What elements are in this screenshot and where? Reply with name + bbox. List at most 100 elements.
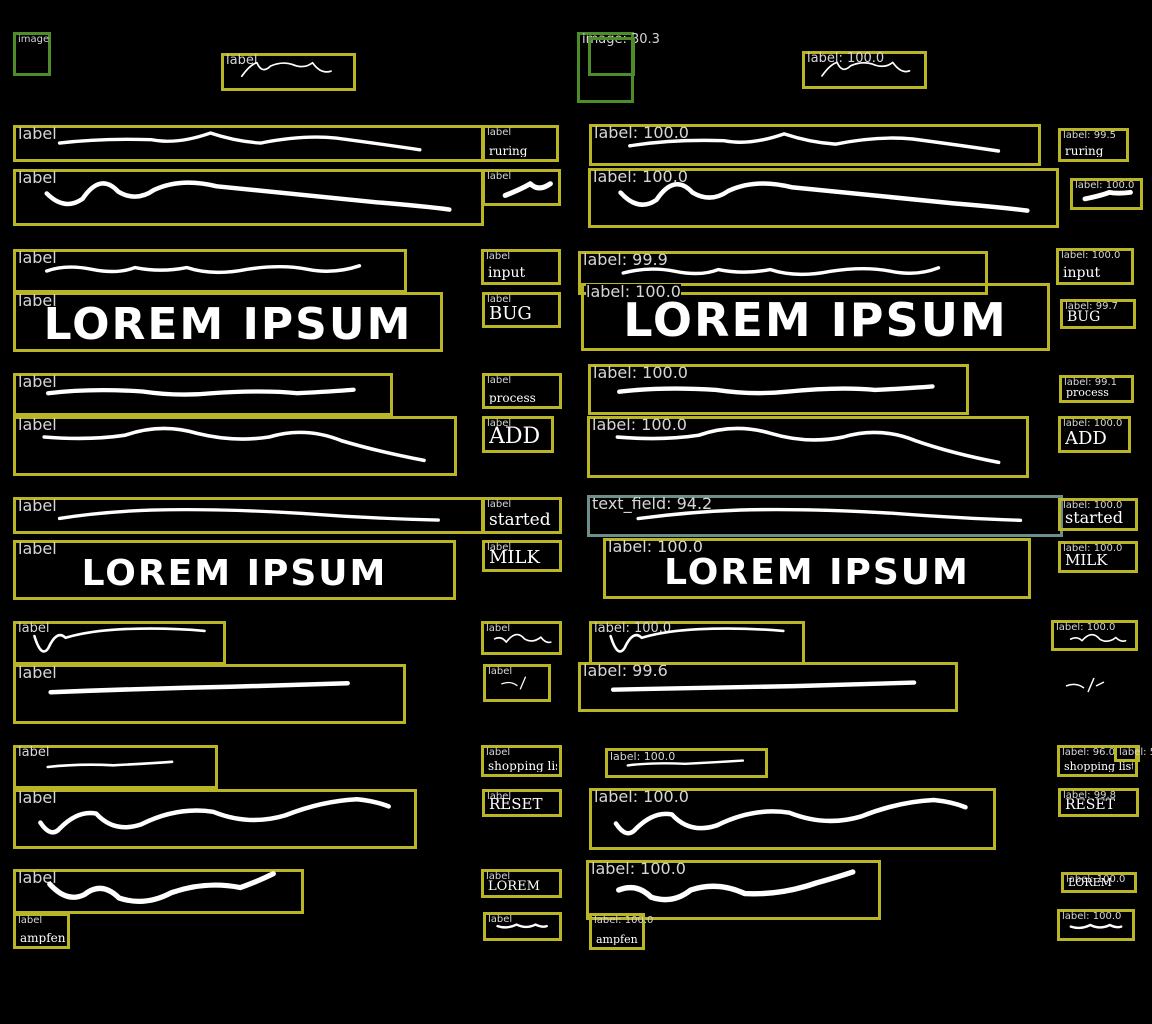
- label-tag: label: [487, 127, 512, 138]
- scribble: [47, 871, 276, 904]
- right-mini-box-13: label: 100.0 LOREM: [1061, 872, 1137, 893]
- handwriting: ruring: [489, 145, 528, 157]
- right-mini-box-14a: label: 100.0 ampfen: [589, 913, 653, 950]
- left-mini-box-7: label started: [482, 497, 562, 534]
- scribble: [45, 264, 362, 275]
- scribble: [821, 61, 911, 77]
- label-tag: label: [487, 375, 512, 386]
- handwriting: shopping list: [488, 760, 557, 772]
- scribble: [615, 426, 1001, 465]
- scribble: [42, 426, 426, 463]
- right-wave-box-5: label: 100.0: [588, 364, 969, 415]
- unboxed-scribble: [1065, 677, 1105, 693]
- lorem-ipsum-text: LOREM IPSUM: [81, 552, 388, 594]
- left-mini-box-14a: label ampfen: [13, 913, 70, 949]
- handwriting: BUG: [489, 305, 532, 323]
- score-tag: label: 55: [1119, 747, 1152, 758]
- handwriting: LOREM: [488, 880, 540, 893]
- scribble: [502, 181, 553, 198]
- scribble: [636, 507, 1023, 522]
- right-wave-box-12: label: 100.0: [589, 788, 996, 850]
- lorem-ipsum-text: LOREM IPSUM: [623, 293, 1008, 347]
- right-text-field-box: text_field: 94.2: [587, 495, 1063, 537]
- left-mini-box-2: label: [482, 169, 561, 206]
- right-wave-box-2: label: 100.0: [588, 168, 1059, 228]
- handwriting: ADD: [1065, 430, 1107, 448]
- left-mini-box-12: label RESET: [482, 789, 562, 817]
- left-wave-box-12: label: [13, 789, 417, 849]
- handwriting: process: [489, 392, 536, 404]
- left-wave-box-6: label: [13, 416, 457, 476]
- handwriting: input: [1063, 266, 1101, 280]
- left-wave-box-13: label: [13, 869, 304, 914]
- scribble: [240, 61, 332, 78]
- label-tag: label: [486, 251, 511, 262]
- score-tag: label: 100.0: [594, 915, 654, 926]
- left-mini-box-14b: label: [483, 912, 562, 941]
- left-wave-box-9: label: [13, 621, 226, 665]
- right-lorem-box-2: label: 100.0 LOREM IPSUM: [603, 538, 1031, 599]
- scribble: [618, 181, 1030, 213]
- right-wave-box-10: label: 99.6: [578, 662, 958, 712]
- scribble: [610, 680, 917, 692]
- left-mini-box-11: label shopping list: [481, 745, 562, 777]
- handwriting: started: [489, 512, 551, 529]
- scribble: [57, 507, 440, 522]
- handwriting: shopping list: [1064, 761, 1133, 772]
- scribble: [1082, 189, 1133, 202]
- left-lorem-box-2: label LOREM IPSUM: [13, 540, 456, 600]
- handwriting: MILK: [1065, 553, 1108, 568]
- right-mini-box-5: label: 99.1 process: [1059, 375, 1134, 403]
- left-mini-box-3: label input: [481, 249, 561, 285]
- scribble: [1069, 923, 1123, 930]
- scribble: [626, 759, 745, 767]
- left-wave-box-11: label: [13, 745, 218, 789]
- label-tag: label: [487, 294, 512, 305]
- left-top-wave-box: label: [221, 53, 356, 91]
- handwriting: process: [1066, 387, 1109, 398]
- handwriting: RESET: [489, 797, 543, 812]
- scribble: [45, 387, 356, 397]
- left-wave-box-5: label: [13, 373, 393, 416]
- scribble: [501, 676, 527, 690]
- left-mini-box-5: label process: [482, 373, 562, 409]
- scribble: [48, 680, 350, 695]
- scribble: [496, 923, 548, 929]
- right-mini-box-12: label: 99.8 RESET: [1058, 788, 1139, 817]
- scribble: [33, 627, 206, 653]
- left-mini-box-9: label: [481, 621, 562, 655]
- right-mini-box-3: label: 100.0 input: [1056, 248, 1134, 285]
- left-wave-box-10: label: [13, 664, 406, 724]
- handwriting: started: [1065, 510, 1123, 526]
- left-mini-box-10: label: [483, 664, 551, 702]
- handwriting: ampfen: [596, 934, 638, 945]
- scribble: [493, 633, 552, 644]
- scribble: [616, 869, 856, 903]
- score-tag: label: 96.0: [1062, 747, 1115, 758]
- right-wave-box-9: label: 100.0: [589, 621, 805, 665]
- handwriting: ADD: [489, 426, 541, 448]
- right-wave-box-6: label: 100.0: [587, 416, 1029, 478]
- handwriting: ampfen: [20, 932, 65, 944]
- right-mini-box-6: label: 100.0 ADD: [1058, 416, 1131, 453]
- left-mini-box-8: label MILK: [482, 540, 562, 572]
- left-mini-box-4: label BUG: [482, 292, 561, 328]
- score-tag: label: 99.5: [1063, 130, 1116, 141]
- right-mini-box-11c: label: 55: [1114, 745, 1152, 762]
- handwriting: MILK: [489, 549, 540, 567]
- left-image-box: image: [13, 32, 51, 76]
- right-top-wave-box: label: 100.0: [802, 51, 927, 89]
- right-mini-box-14b: label: 100.0: [1057, 909, 1135, 941]
- handwriting: ruring: [1065, 145, 1104, 157]
- left-wave-box-1: label: [13, 125, 484, 162]
- scribble: [617, 384, 935, 396]
- right-mini-box-8: label: 100.0 MILK: [1058, 541, 1138, 573]
- left-mini-box-13: label LOREM: [481, 869, 562, 898]
- right-mini-box-1: label: 99.5 ruring: [1058, 128, 1129, 162]
- scribble: [38, 796, 391, 835]
- scribble: [1069, 633, 1127, 642]
- handwriting: input: [488, 266, 526, 280]
- label-tag: label: [486, 747, 511, 758]
- score-tag: label: 100.0: [1063, 418, 1123, 429]
- scribble: [609, 627, 785, 653]
